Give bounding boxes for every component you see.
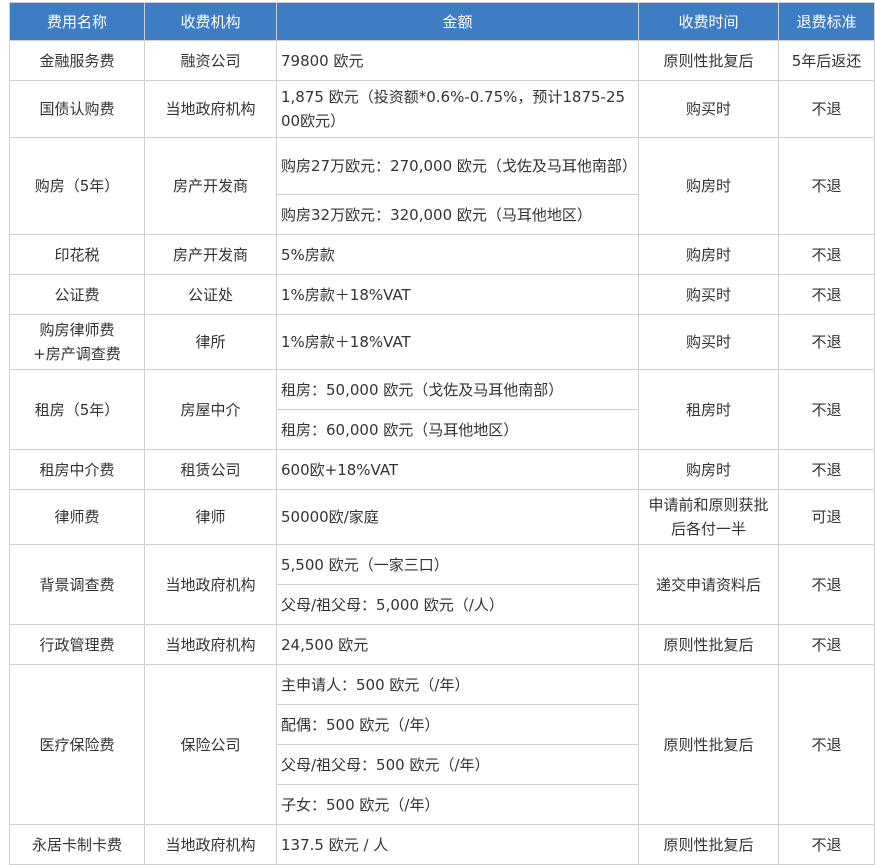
- amount-cell: 137.5 欧元 / 人: [276, 824, 639, 865]
- table-row: 律师费 律师 50000欧/家庭 申请前和原则获批后各付一半 可退: [9, 489, 875, 545]
- time-cell: 原则性批复后: [638, 40, 779, 81]
- refund-cell: 不退: [778, 664, 875, 825]
- table-row: 购房（5年） 房产开发商 购房27万欧元：270,000 欧元（戈佐及马耳他南部…: [9, 137, 875, 235]
- refund-cell: 5年后返还: [778, 40, 875, 81]
- fee-name-cell: 国债认购费: [9, 80, 145, 138]
- fee-name-cell: 租房中介费: [9, 449, 145, 490]
- refund-cell: 不退: [778, 449, 875, 490]
- table-row: 永居卡制卡费 当地政府机构 137.5 欧元 / 人 原则性批复后 不退: [9, 824, 875, 865]
- table-row: 行政管理费 当地政府机构 24,500 欧元 原则性批复后 不退: [9, 624, 875, 665]
- refund-cell: 不退: [778, 234, 875, 275]
- amount-cell: 租房：60,000 欧元（马耳他地区）: [276, 409, 639, 450]
- fee-name-cell: 印花税: [9, 234, 145, 275]
- table-row: 国债认购费 当地政府机构 1,875 欧元（投资额*0.6%-0.75%，预计1…: [9, 80, 875, 138]
- amount-cell: 租房：50,000 欧元（戈佐及马耳他南部）: [276, 369, 639, 410]
- refund-cell: 不退: [778, 137, 875, 235]
- refund-cell: 不退: [778, 80, 875, 138]
- org-cell: 律师: [144, 489, 277, 545]
- amount-cell: 子女：500 欧元（/年）: [276, 784, 639, 825]
- org-cell: 融资公司: [144, 40, 277, 81]
- org-cell: 公证处: [144, 274, 277, 315]
- fee-name-cell: 背景调查费: [9, 544, 145, 625]
- org-cell: 当地政府机构: [144, 624, 277, 665]
- table-header-row: 费用名称 收费机构 金额 收费时间 退费标准: [9, 2, 875, 41]
- refund-cell: 不退: [778, 314, 875, 370]
- header-org: 收费机构: [144, 2, 277, 41]
- fee-table: 费用名称 收费机构 金额 收费时间 退费标准 金融服务费 融资公司 79800 …: [9, 2, 875, 865]
- org-cell: 当地政府机构: [144, 80, 277, 138]
- table-row: 购房律师费 +房产调查费 律所 1%房款＋18%VAT 购买时 不退: [9, 314, 875, 370]
- fee-name-cell: 律师费: [9, 489, 145, 545]
- fee-name-cell: 购房律师费 +房产调查费: [9, 314, 145, 370]
- time-cell: 购买时: [638, 314, 779, 370]
- table-row: 租房（5年） 房屋中介 租房：50,000 欧元（戈佐及马耳他南部） 租房时 不…: [9, 369, 875, 450]
- header-refund: 退费标准: [778, 2, 875, 41]
- time-cell: 递交申请资料后: [638, 544, 779, 625]
- amount-cell: 50000欧/家庭: [276, 489, 639, 545]
- fee-name-cell: 租房（5年）: [9, 369, 145, 450]
- refund-cell: 不退: [778, 544, 875, 625]
- org-cell: 当地政府机构: [144, 824, 277, 865]
- org-cell: 保险公司: [144, 664, 277, 825]
- amount-cell: 配偶：500 欧元（/年）: [276, 704, 639, 745]
- table-row: 医疗保险费 保险公司 主申请人：500 欧元（/年） 原则性批复后 不退: [9, 664, 875, 825]
- refund-cell: 可退: [778, 489, 875, 545]
- fee-name-line: 购房律师费: [39, 321, 115, 339]
- org-cell: 律所: [144, 314, 277, 370]
- amount-cell: 600欧+18%VAT: [276, 449, 639, 490]
- fee-name-cell: 行政管理费: [9, 624, 145, 665]
- fee-name-cell: 公证费: [9, 274, 145, 315]
- org-cell: 当地政府机构: [144, 544, 277, 625]
- time-cell: 原则性批复后: [638, 824, 779, 865]
- time-cell: 租房时: [638, 369, 779, 450]
- table-row: 印花税 房产开发商 5%房款 购房时 不退: [9, 234, 875, 275]
- fee-name-cell: 医疗保险费: [9, 664, 145, 825]
- amount-cell: 购房27万欧元：270,000 欧元（戈佐及马耳他南部）: [276, 137, 639, 195]
- amount-cell: 1,875 欧元（投资额*0.6%-0.75%，预计1875-2500欧元）: [276, 80, 639, 138]
- amount-cell: 1%房款＋18%VAT: [276, 274, 639, 315]
- org-cell: 房产开发商: [144, 234, 277, 275]
- org-cell: 房产开发商: [144, 137, 277, 235]
- fee-name-line: +房产调查费: [33, 345, 121, 363]
- table-row: 金融服务费 融资公司 79800 欧元 原则性批复后 5年后返还: [9, 40, 875, 81]
- time-cell: 购房时: [638, 449, 779, 490]
- refund-cell: 不退: [778, 824, 875, 865]
- amount-cell: 5%房款: [276, 234, 639, 275]
- time-cell: 购买时: [638, 80, 779, 138]
- fee-name-cell: 购房（5年）: [9, 137, 145, 235]
- amount-cell: 79800 欧元: [276, 40, 639, 81]
- time-cell: 购买时: [638, 274, 779, 315]
- table-row: 租房中介费 租赁公司 600欧+18%VAT 购房时 不退: [9, 449, 875, 490]
- time-cell: 购房时: [638, 137, 779, 235]
- table-row: 背景调查费 当地政府机构 5,500 欧元（一家三口） 递交申请资料后 不退: [9, 544, 875, 625]
- header-time: 收费时间: [638, 2, 779, 41]
- table-row: 公证费 公证处 1%房款＋18%VAT 购买时 不退: [9, 274, 875, 315]
- amount-cell: 24,500 欧元: [276, 624, 639, 665]
- time-cell: 原则性批复后: [638, 624, 779, 665]
- time-cell: 购房时: [638, 234, 779, 275]
- header-fee-name: 费用名称: [9, 2, 145, 41]
- amount-cell: 1%房款＋18%VAT: [276, 314, 639, 370]
- amount-cell: 购房32万欧元：320,000 欧元（马耳他地区）: [276, 194, 639, 235]
- refund-cell: 不退: [778, 274, 875, 315]
- time-cell: 申请前和原则获批后各付一半: [638, 489, 779, 545]
- fee-name-cell: 金融服务费: [9, 40, 145, 81]
- fee-name-cell: 永居卡制卡费: [9, 824, 145, 865]
- header-amount: 金额: [276, 2, 639, 41]
- refund-cell: 不退: [778, 624, 875, 665]
- org-cell: 房屋中介: [144, 369, 277, 450]
- refund-cell: 不退: [778, 369, 875, 450]
- amount-cell: 主申请人：500 欧元（/年）: [276, 664, 639, 705]
- amount-cell: 父母/祖父母：5,000 欧元（/人）: [276, 584, 639, 625]
- time-cell: 原则性批复后: [638, 664, 779, 825]
- amount-cell: 5,500 欧元（一家三口）: [276, 544, 639, 585]
- org-cell: 租赁公司: [144, 449, 277, 490]
- amount-cell: 父母/祖父母：500 欧元（/年）: [276, 744, 639, 785]
